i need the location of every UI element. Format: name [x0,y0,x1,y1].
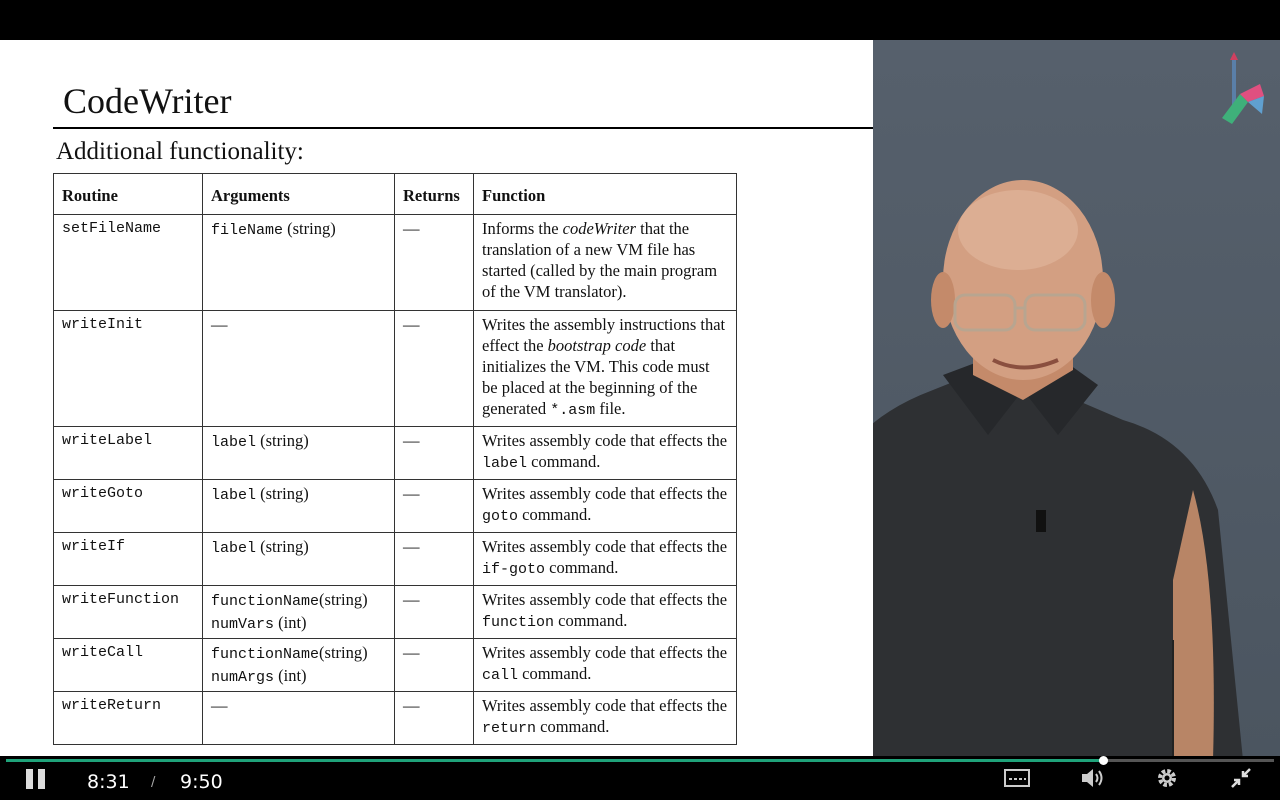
course-logo-icon [1222,52,1264,124]
routine-cell: setFileName [53,214,203,311]
returns-cell: — [394,214,474,311]
arguments-cell: — [202,691,395,745]
function-cell: Writes assembly code that effects the re… [473,691,737,745]
function-cell: Writes assembly code that effects the la… [473,426,737,480]
function-cell: Writes assembly code that effects the ca… [473,638,737,692]
returns-cell: — [394,310,474,427]
arguments-cell: label (string) [202,426,395,480]
routine-cell: writeFunction [53,585,203,639]
returns-cell: — [394,479,474,533]
routine-cell: writeGoto [53,479,203,533]
header-routine: Routine [53,173,203,215]
routine-cell: writeIf [53,532,203,586]
pause-icon[interactable] [26,769,46,789]
lecture-slide: CodeWriter Additional functionality: Rou… [0,40,873,756]
settings-icon[interactable] [1156,767,1178,789]
slide-subtitle: Additional functionality: [56,138,304,165]
arguments-cell: functionName(string) numVars (int) [202,585,395,639]
captions-icon[interactable] [1004,769,1030,789]
table-row: writeCall functionName(string) numArgs (in… [53,638,737,692]
returns-cell: — [394,532,474,586]
arguments-cell: functionName(string) numArgs (int) [202,638,395,692]
player-controls: 8:31 / 9:50 [0,756,1280,800]
function-cell: Writes the assembly instructions that ef… [473,310,737,427]
function-cell: Writes assembly code that effects the go… [473,479,737,533]
returns-cell: — [394,585,474,639]
exit-fullscreen-icon[interactable] [1230,767,1252,789]
table-row: writeInit — — Writes the assembly instructi… [53,310,737,427]
returns-cell: — [394,638,474,692]
header-arguments: Arguments [202,173,395,215]
returns-cell: — [394,426,474,480]
progress-bar[interactable] [6,756,1274,765]
duration: 9:50 [180,771,223,793]
progress-fill [6,759,1103,762]
volume-icon[interactable] [1080,767,1106,789]
table-row: writeIf label (string) — Writes assembly co… [53,532,737,586]
function-cell: Writes assembly code that effects the fu… [473,585,737,639]
presenter-video [873,40,1280,756]
api-table: Routine Arguments Returns Function setFi… [53,173,737,745]
table-row: writeReturn — — Writes assembly code that e… [53,691,737,745]
arguments-cell: — [202,310,395,427]
table-row: writeLabel label (string) — Writes assembly… [53,426,737,480]
function-cell: Informs the codeWriter that the translat… [473,214,737,311]
table-row: writeGoto label (string) — Writes assembly … [53,479,737,533]
instructor-video [873,180,1243,756]
slide-title: CodeWriter [63,81,232,121]
top-letterbox [0,0,1280,40]
header-returns: Returns [394,173,474,215]
routine-cell: writeReturn [53,691,203,745]
table-row: writeFunction functionName(string) numVars… [53,585,737,639]
table-header-row: Routine Arguments Returns Function [53,173,737,215]
returns-cell: — [394,691,474,745]
routine-cell: writeLabel [53,426,203,480]
title-divider [53,127,873,129]
progress-handle[interactable] [1098,756,1108,765]
current-time: 8:31 [87,771,130,793]
arguments-cell: fileName (string) [202,214,395,311]
header-function: Function [473,173,737,215]
routine-cell: writeCall [53,638,203,692]
arguments-cell: label (string) [202,479,395,533]
arguments-cell: label (string) [202,532,395,586]
routine-cell: writeInit [53,310,203,427]
table-row: setFileName fileName (string) — Informs the… [53,214,737,311]
time-separator: / [151,775,156,790]
function-cell: Writes assembly code that effects the if… [473,532,737,586]
